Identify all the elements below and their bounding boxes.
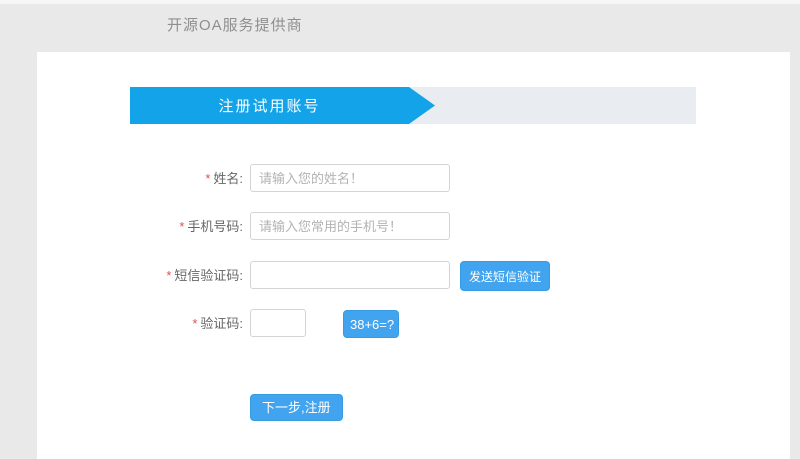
sms-code-label: * 短信验证码: [37,261,243,291]
sms-code-input[interactable] [250,261,450,289]
phone-label-text: 手机号码: [187,219,243,234]
captcha-input[interactable] [250,309,306,337]
required-marker: * [166,268,172,283]
name-input[interactable] [250,164,450,192]
brand-title: 开源OA服务提供商 [167,17,303,34]
name-label: * 姓名: [37,164,243,194]
captcha-label: * 验证码: [37,309,243,339]
captcha-question-button[interactable]: 38+6=? [343,310,399,338]
required-marker: * [205,171,211,186]
registration-card: 注册试用账号 *姓名: *手机号码: *短信验证码: 发送短信验证码 *验证码:… [37,52,790,459]
send-sms-code-button[interactable]: 发送短信验证码 [460,261,550,312]
captcha-label-text: 验证码: [200,316,243,331]
form-row-phone: * 手机号码: [37,212,790,242]
sms-code-label-text: 短信验证码: [174,268,243,283]
form-row-name: * 姓名: [37,164,790,194]
banner-title: 注册试用账号 [218,98,321,115]
banner-arrow: 注册试用账号 [130,87,435,124]
phone-label: * 手机号码: [37,212,243,242]
phone-input[interactable] [250,212,450,240]
name-label-text: 姓名: [213,171,243,186]
form-row-sms-code: * 短信验证码: 发送短信验证码 [37,261,790,312]
top-strip [0,0,800,4]
required-marker: * [192,316,198,331]
banner-bar: 注册试用账号 [130,87,696,124]
submit-register-button[interactable]: 下一步,注册 [250,394,343,421]
required-marker: * [179,219,185,234]
form-row-captcha: * 验证码: 38+6=? [37,309,790,339]
